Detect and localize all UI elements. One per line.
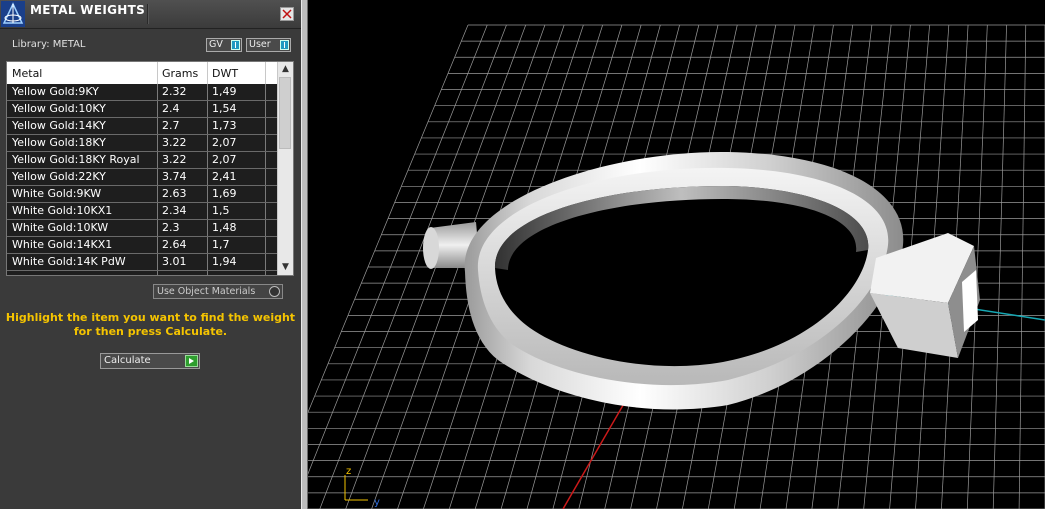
table-row[interactable]: Yellow Gold:10KY 2.4 1,54: [7, 101, 278, 118]
panel-title: METAL WEIGHTS: [30, 3, 146, 17]
instruction-line-1: Highlight the item you want to find the …: [5, 311, 296, 324]
use-object-materials-label: Use Object Materials: [157, 286, 256, 297]
table-header: Metal Grams DWT: [7, 62, 278, 84]
user-toggle-label: User: [249, 39, 271, 50]
close-icon: [282, 9, 292, 19]
radio-icon[interactable]: [269, 286, 280, 297]
grams-cell: 3.22: [162, 153, 187, 166]
table-row[interactable]: White Gold:9KW 2.63 1,69: [7, 186, 278, 203]
table-row[interactable]: Yellow Gold:18KY Royal 3.22 2,07: [7, 152, 278, 169]
app-logo-icon: [1, 1, 25, 27]
panel-titlebar: METAL WEIGHTS: [0, 0, 301, 29]
dwt-cell: 1,48: [212, 221, 237, 234]
instruction-text: Highlight the item you want to find the …: [0, 311, 301, 339]
grams-cell: 2.7: [162, 119, 180, 132]
grams-cell: 2.3: [162, 221, 180, 234]
grams-cell: 2.4: [162, 102, 180, 115]
metal-cell: Yellow Gold:9KY: [12, 85, 99, 98]
toggle-knob-icon: [280, 40, 289, 50]
metal-cell: Yellow Gold:18KY: [12, 136, 106, 149]
scroll-down-icon[interactable]: ▼: [278, 261, 293, 274]
table-rows: Yellow Gold:9KY 2.32 1,49 Yellow Gold:10KY…: [7, 84, 278, 275]
dwt-cell: 1,54: [212, 102, 237, 115]
close-button[interactable]: [280, 7, 294, 21]
column-divider[interactable]: [265, 62, 266, 84]
table-row[interactable]: Yellow Gold:22KY 3.74 2,41: [7, 169, 278, 186]
metal-cell: Yellow Gold:22KY: [12, 170, 106, 183]
column-header-grams[interactable]: Grams: [162, 67, 198, 80]
table-row[interactable]: Yellow Gold:14KY 2.7 1,73: [7, 118, 278, 135]
metal-cell: Yellow Gold:10KY: [12, 102, 106, 115]
title-separator: [147, 4, 149, 24]
dwt-cell: 1,73: [212, 119, 237, 132]
axis-y-label: y: [374, 497, 380, 508]
dwt-cell: 1,49: [212, 85, 237, 98]
metal-weights-panel: METAL WEIGHTS Library: METAL GV User Met…: [0, 0, 301, 509]
table-row[interactable]: Yellow Gold:18KY 3.22 2,07: [7, 135, 278, 152]
peg-end: [423, 227, 439, 269]
table-row[interactable]: Yellow Gold:9KY 2.32 1,49: [7, 84, 278, 101]
metal-cell: Yellow Gold:18KY Royal: [12, 153, 140, 166]
scroll-thumb[interactable]: [279, 77, 291, 149]
user-toggle[interactable]: User: [246, 38, 291, 52]
dwt-cell: 1,94: [212, 255, 237, 268]
grams-cell: 2.63: [162, 187, 187, 200]
metal-cell: White Gold:10KW: [12, 221, 109, 234]
grams-cell: 3.01: [162, 255, 187, 268]
dwt-cell: 2,07: [212, 136, 237, 149]
toggle-knob-icon: [231, 40, 240, 50]
column-divider[interactable]: [207, 62, 208, 84]
calculate-button[interactable]: Calculate: [100, 353, 200, 369]
calculate-label: Calculate: [104, 355, 151, 366]
gv-toggle-label: GV: [209, 39, 223, 50]
axis-z-label: z: [346, 466, 351, 477]
table-scrollbar[interactable]: ▲ ▼: [277, 62, 293, 275]
dwt-cell: 2,41: [212, 170, 237, 183]
grams-cell: 2.64: [162, 238, 187, 251]
panel-splitter[interactable]: [301, 0, 308, 509]
dwt-cell: 2,07: [212, 153, 237, 166]
play-arrow-icon: [185, 355, 198, 367]
library-label: Library: METAL: [12, 39, 86, 50]
metal-cell: White Gold:14K PdW: [12, 255, 126, 268]
instruction-line-2: for then press Calculate.: [73, 325, 228, 338]
table-row-partial[interactable]: [7, 271, 278, 275]
metal-cell: Yellow Gold:14KY: [12, 119, 106, 132]
axis-gizmo: z y: [344, 466, 380, 508]
dwt-cell: 1,7: [212, 238, 230, 251]
column-header-metal[interactable]: Metal: [12, 67, 42, 80]
column-header-dwt[interactable]: DWT: [212, 67, 238, 80]
table-row[interactable]: White Gold:14KX1 2.64 1,7: [7, 237, 278, 254]
table-row[interactable]: White Gold:10KW 2.3 1,48: [7, 220, 278, 237]
grams-cell: 3.22: [162, 136, 187, 149]
gv-toggle[interactable]: GV: [206, 38, 242, 52]
viewport-canvas[interactable]: z y: [308, 0, 1045, 509]
metal-cell: White Gold:14KX1: [12, 238, 113, 251]
3d-viewport[interactable]: z y: [308, 0, 1045, 509]
metal-table: Metal Grams DWT Yellow Gold:9KY 2.32 1,49 …: [6, 61, 294, 276]
scroll-up-icon[interactable]: ▲: [278, 63, 293, 76]
grams-cell: 3.74: [162, 170, 187, 183]
column-divider[interactable]: [157, 62, 158, 84]
metal-cell: White Gold:9KW: [12, 187, 102, 200]
ring-head-front: [870, 293, 958, 358]
use-object-materials-option[interactable]: Use Object Materials: [153, 284, 283, 299]
dwt-cell: 1,69: [212, 187, 237, 200]
table-row[interactable]: White Gold:10KX1 2.34 1,5: [7, 203, 278, 220]
metal-cell: White Gold:10KX1: [12, 204, 113, 217]
ring-model[interactable]: [423, 151, 980, 410]
grams-cell: 2.32: [162, 85, 187, 98]
grams-cell: 2.34: [162, 204, 187, 217]
dwt-cell: 1,5: [212, 204, 230, 217]
table-row[interactable]: White Gold:14K PdW 3.01 1,94: [7, 254, 278, 271]
